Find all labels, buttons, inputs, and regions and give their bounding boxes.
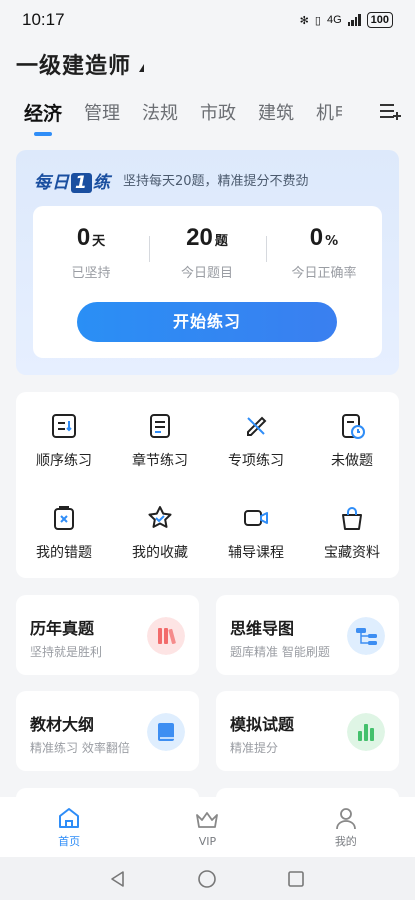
battery-icon: 100 (366, 12, 393, 28)
daily-logo-text: 每日 (34, 173, 70, 193)
daily-logo: 每日 1 练 (34, 168, 111, 193)
user-icon (335, 808, 356, 830)
promo-subtitle: 精准提分 (230, 741, 279, 755)
stat-label: 今日题目 (180, 266, 233, 281)
promo-subtitle: 精准练习 效率翻倍 (30, 741, 130, 755)
nav-label: 我的 (334, 835, 357, 848)
grid-item-special[interactable]: 专项练习 (208, 412, 304, 470)
stat-label: 今日正确率 (291, 266, 357, 281)
pencil-ruler-icon (247, 416, 267, 436)
grid-item-wrong[interactable]: 我的错题 (16, 504, 112, 562)
grid-label: 章节练习 (132, 453, 188, 469)
grid-label: 我的错题 (36, 545, 92, 561)
stat-label: 已坚持 (71, 266, 111, 281)
list-order-icon (52, 414, 76, 438)
grid-label: 顺序练习 (36, 453, 92, 469)
stat-unit: 天 (92, 234, 106, 249)
grid-item-undone[interactable]: 未做题 (304, 412, 400, 470)
grid-item-materials[interactable]: 宝藏资料 (304, 504, 400, 562)
nav-vip[interactable]: VIP (138, 797, 276, 857)
grid-item-chapter[interactable]: 章节练习 (112, 412, 208, 470)
daily-practice-card: 每日 1 练 坚持每天20题，精准提分不费劲 0天 已坚持 20 题 今日题目 0% … (16, 150, 399, 375)
stats-card: 0天 已坚持 20 题 今日题目 0% 今日正确率 开始练习 (33, 206, 382, 358)
stat-value: 0 (309, 224, 324, 251)
wrong-doc-icon (54, 506, 74, 530)
tab-electromechanical[interactable]: 机电 (316, 99, 342, 125)
crown-icon (196, 811, 219, 828)
tab-architecture[interactable]: 建筑 (258, 99, 294, 125)
vibrate-icon: ▯ (314, 14, 321, 27)
grid-label: 专项练习 (228, 453, 284, 469)
grid-label: 我的收藏 (132, 545, 188, 561)
promo-subtitle: 题库精准 智能刷题 (230, 645, 330, 659)
promo-mock-exam[interactable]: 模拟试题 精准提分 (216, 691, 399, 771)
tab-management[interactable]: 管理 (84, 99, 120, 125)
network-label: 4G (326, 14, 342, 26)
nav-label: VIP (198, 834, 217, 848)
caret-down-icon (139, 64, 145, 72)
bag-icon (342, 507, 362, 530)
nav-mine[interactable]: 我的 (277, 797, 415, 857)
promo-title: 历年真题 (30, 619, 95, 638)
mindmap-icon (347, 617, 385, 655)
stat-accuracy: 0% 今日正确率 (266, 224, 382, 281)
tab-menu-icon[interactable] (379, 100, 401, 122)
stat-value: 0 (76, 224, 91, 251)
daily-logo-number: 1 (71, 173, 92, 193)
tab-economy[interactable]: 经济 (24, 99, 62, 126)
practice-grid: 顺序练习 章节练习 专项练习 未做题 我的错题 我的收藏 辅导课程 宝藏资料 (16, 392, 399, 578)
grid-label: 宝藏资料 (324, 545, 380, 561)
promo-title: 思维导图 (230, 619, 295, 638)
stat-unit: % (325, 234, 339, 249)
stat-today-questions: 20 题 今日题目 (149, 224, 265, 281)
tab-regulations[interactable]: 法规 (142, 99, 178, 125)
grid-item-favorites[interactable]: 我的收藏 (112, 504, 208, 562)
grid-label: 辅导课程 (228, 545, 284, 561)
video-camera-icon (244, 510, 268, 526)
status-time: 10:17 (22, 10, 65, 29)
bottom-nav: 首页 VIP 我的 (0, 797, 415, 857)
grid-item-sequential[interactable]: 顺序练习 (16, 412, 112, 470)
doc-clock-icon (342, 414, 365, 439)
daily-logo-suffix: 练 (92, 173, 111, 193)
status-icons: ✻ ▯ 4G 100 (300, 12, 393, 28)
home-icon (59, 808, 80, 828)
page-title: 一级建造师 (16, 54, 132, 79)
stat-value: 20 (186, 224, 213, 251)
exam-selector[interactable]: 一级建造师 (16, 48, 145, 80)
recents-icon[interactable] (286, 869, 306, 889)
stat-unit: 题 (214, 234, 228, 249)
bar-chart-icon (347, 713, 385, 751)
signal-icon (347, 14, 361, 26)
start-practice-button[interactable]: 开始练习 (77, 302, 337, 342)
subject-tabs: 经济 管理 法规 市政 建筑 机电 (0, 92, 415, 132)
status-bar: 10:17 ✻ ▯ 4G 100 (0, 0, 415, 40)
stat-streak: 0天 已坚持 (33, 224, 149, 281)
promo-subtitle: 坚持就是胜利 (30, 645, 103, 659)
chapter-doc-icon (150, 414, 170, 438)
promo-past-papers[interactable]: 历年真题 坚持就是胜利 (16, 595, 199, 675)
promo-title: 教材大纲 (30, 715, 95, 734)
tab-municipal[interactable]: 市政 (200, 99, 236, 125)
promo-textbook[interactable]: 教材大纲 精准练习 效率翻倍 (16, 691, 199, 771)
promo-title: 模拟试题 (230, 715, 295, 734)
grid-label: 未做题 (331, 453, 373, 469)
daily-slogan: 坚持每天20题，精准提分不费劲 (123, 174, 309, 189)
nav-label: 首页 (58, 835, 81, 848)
back-icon[interactable] (108, 869, 128, 889)
home-circle-icon[interactable] (197, 869, 217, 889)
nav-home[interactable]: 首页 (0, 797, 138, 857)
system-nav-bar (0, 857, 415, 900)
textbook-icon (147, 713, 185, 751)
promo-mind-map[interactable]: 思维导图 题库精准 智能刷题 (216, 595, 399, 675)
bluetooth-icon: ✻ (299, 14, 309, 27)
books-icon (147, 617, 185, 655)
grid-item-courses[interactable]: 辅导课程 (208, 504, 304, 562)
star-check-icon (148, 506, 172, 528)
